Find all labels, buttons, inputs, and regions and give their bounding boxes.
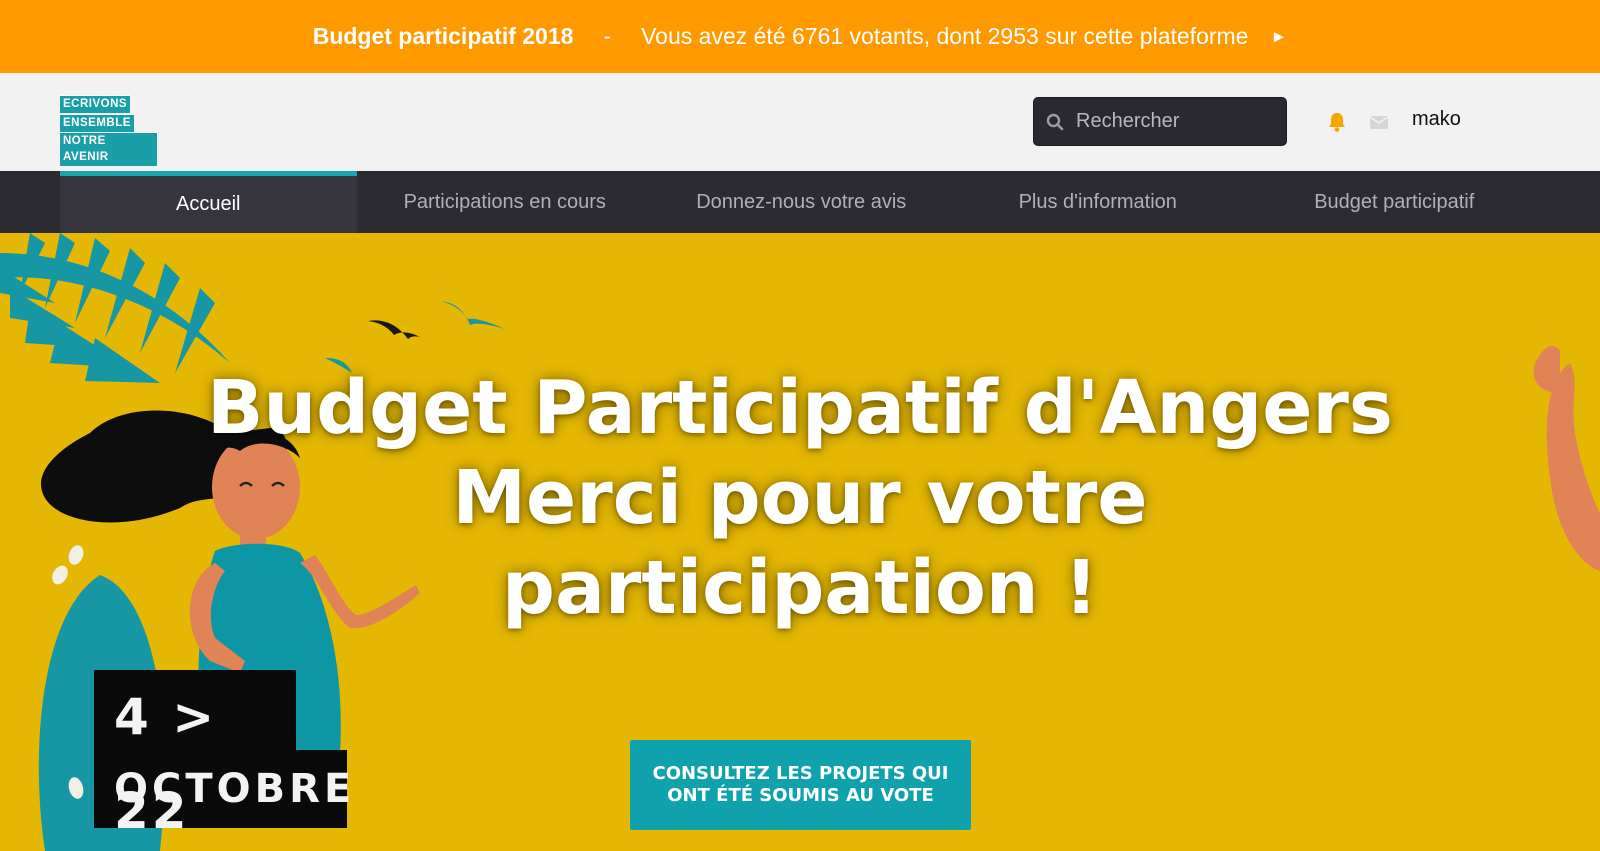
search-input[interactable]: [1076, 110, 1276, 133]
site-logo[interactable]: ECRIVONS ENSEMBLE NOTRE AVENIR: [60, 94, 157, 166]
cta-line-2: ONT ÉTÉ SOUMIS AU VOTE: [667, 785, 934, 806]
bell-icon[interactable]: [1326, 111, 1348, 133]
nav-item-participations[interactable]: Participations en cours: [357, 171, 654, 233]
date-range: 4 > 22: [94, 670, 296, 840]
nav-item-accueil[interactable]: Accueil: [60, 171, 357, 233]
banner-title: Budget participatif 2018: [312, 23, 574, 49]
user-menu[interactable]: mako: [1412, 108, 1461, 131]
site-header: ECRIVONS ENSEMBLE NOTRE AVENIR mako: [0, 73, 1600, 171]
announcement-banner[interactable]: Budget participatif 2018 - Vous avez été…: [0, 0, 1600, 73]
palm-leaf-illustration: [0, 233, 230, 383]
banner-message: Vous avez été 6761 votants, dont 2953 su…: [641, 23, 1249, 49]
search-box[interactable]: [1033, 97, 1287, 146]
cta-line-1: CONSULTEZ LES PROJETS QUI: [652, 763, 949, 784]
main-nav: Accueil Participations en cours Donnez-n…: [0, 171, 1600, 233]
logo-line-3: NOTRE AVENIR: [60, 132, 157, 166]
hero-title-line-3: participation !: [501, 545, 1099, 631]
view-projects-button[interactable]: CONSULTEZ LES PROJETS QUI ONT ÉTÉ SOUMIS…: [630, 740, 971, 830]
hero-title-line-1: Budget Participatif d'Angers: [207, 365, 1393, 451]
bird-illustration: [368, 320, 420, 339]
search-icon[interactable]: [1046, 113, 1064, 131]
nav-item-avis[interactable]: Donnez-nous votre avis: [653, 171, 950, 233]
logo-line-1: ECRIVONS: [60, 95, 131, 113]
hero-title-line-2: Merci pour votre: [452, 455, 1148, 541]
hand-illustration: [1546, 363, 1600, 571]
nav-item-budget[interactable]: Budget participatif: [1246, 171, 1543, 233]
hero-banner: Budget Participatif d'Angers Merci pour …: [0, 233, 1600, 851]
hero-title: Budget Participatif d'Angers Merci pour …: [160, 363, 1440, 633]
nav-item-information[interactable]: Plus d'information: [950, 171, 1247, 233]
bird-illustration: [440, 301, 505, 329]
banner-separator: -: [603, 23, 612, 49]
logo-line-2: ENSEMBLE: [60, 114, 134, 132]
mail-icon[interactable]: [1369, 113, 1389, 131]
play-arrow-icon[interactable]: ►: [1270, 27, 1287, 47]
